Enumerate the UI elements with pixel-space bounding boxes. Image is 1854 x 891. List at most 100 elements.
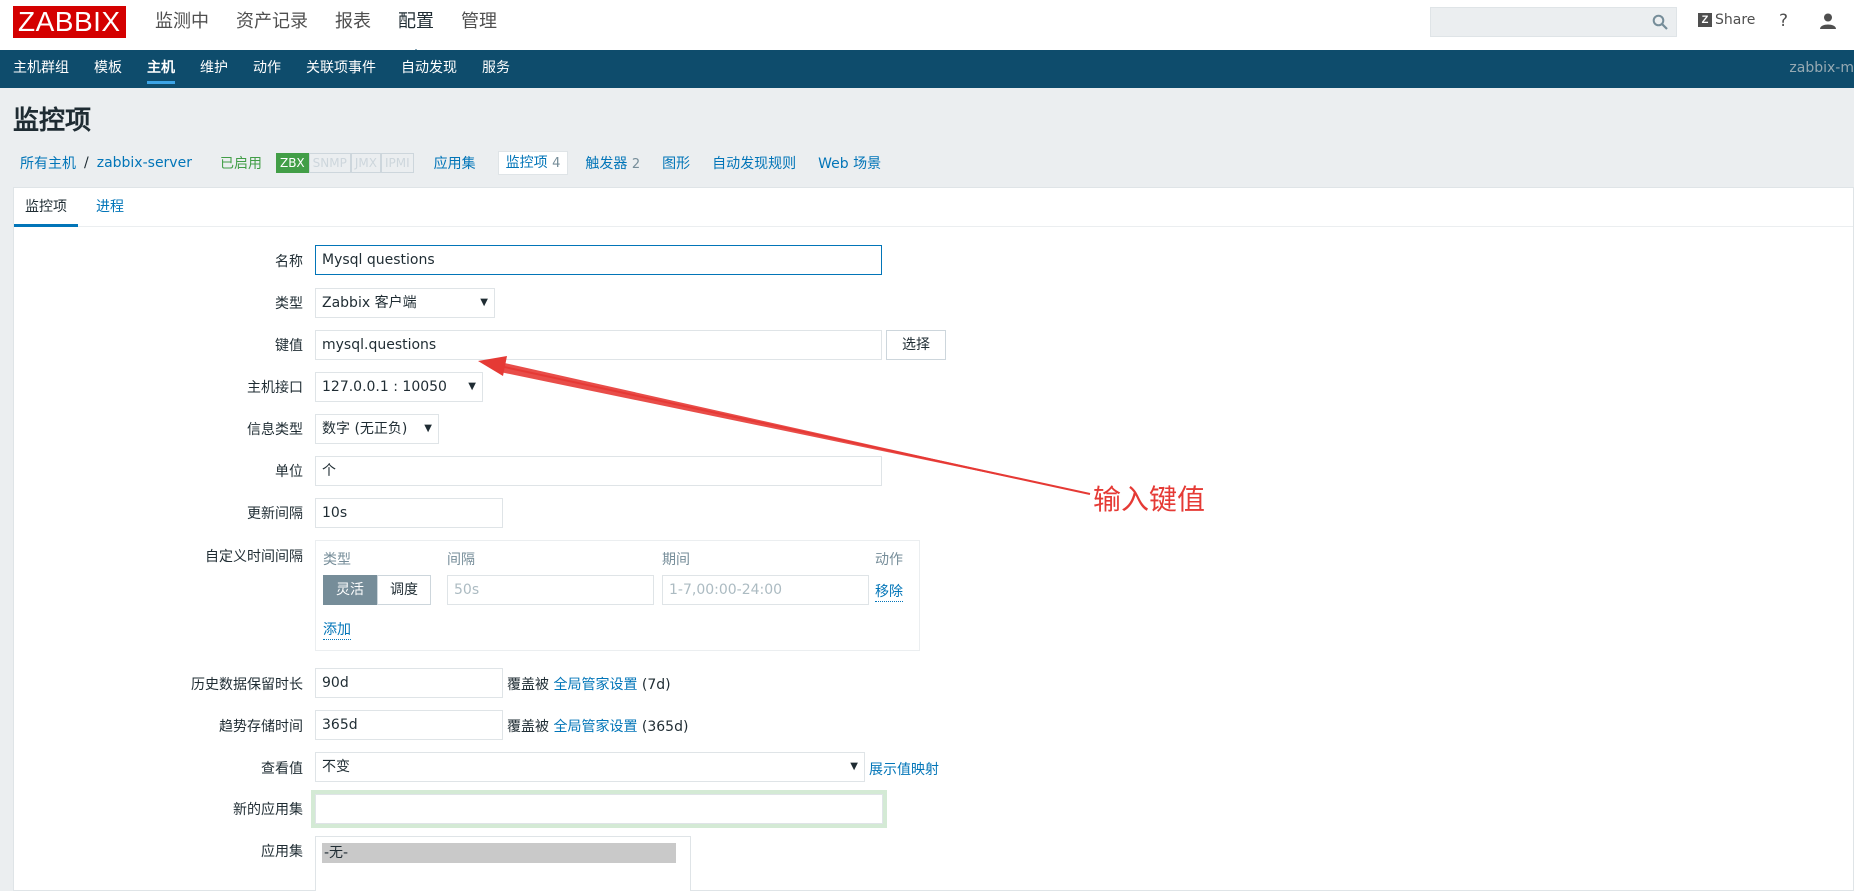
type-value: Zabbix 客户端 (322, 295, 417, 311)
interface-select[interactable]: 127.0.0.1 : 10050 ▼ (315, 372, 483, 402)
server-name: zabbix-m (1789, 60, 1854, 76)
host-status[interactable]: 已启用 (220, 153, 262, 173)
history-input[interactable]: 90d (315, 668, 503, 698)
applications-label: 应用集 (261, 844, 303, 860)
update-interval-input[interactable]: 10s (315, 498, 503, 528)
flexible-option[interactable]: 灵活 (323, 575, 377, 605)
interface-label: 主机接口 (247, 380, 303, 396)
host-nav-web-scenarios[interactable]: Web 场景 (818, 153, 881, 173)
history-override-value: (7d) (641, 677, 671, 693)
host-navigation: 所有主机 / zabbix-server 已启用 ZBX SNMP JMX IP… (20, 151, 903, 175)
availability-badges: ZBX SNMP JMX IPMI (275, 153, 414, 173)
history-global-settings-link[interactable]: 全局管家设置 (553, 677, 637, 693)
interval-type-toggle: 灵活 调度 (323, 575, 431, 605)
name-input[interactable]: Mysql questions (315, 245, 882, 275)
chevron-down-icon: ▼ (468, 381, 476, 392)
select-key-button[interactable]: 选择 (886, 330, 946, 360)
host-nav-applications[interactable]: 应用集 (434, 153, 476, 173)
user-profile-icon[interactable] (1819, 12, 1837, 30)
subnav-actions[interactable]: 动作 (253, 50, 281, 88)
badge-snmp: SNMP (308, 153, 351, 173)
interface-value: 127.0.0.1 : 10050 (322, 379, 447, 395)
search-input[interactable] (1430, 7, 1677, 37)
subnav-correlation[interactable]: 关联项事件 (306, 50, 376, 88)
share-label: Share (1715, 12, 1756, 28)
trends-input[interactable]: 365d (315, 710, 503, 740)
form-tabs: 监控项 进程 (14, 188, 1853, 227)
search-icon[interactable] (1652, 14, 1668, 30)
show-value-label: 查看值 (261, 761, 303, 777)
remove-interval-link[interactable]: 移除 (875, 581, 903, 602)
host-nav-items[interactable]: 监控项 4 (497, 151, 569, 175)
host-nav-graphs[interactable]: 图形 (662, 153, 690, 173)
trends-override-value: (365d) (641, 719, 689, 735)
trends-global-settings-link[interactable]: 全局管家设置 (553, 719, 637, 735)
tab-preprocessing[interactable]: 进程 (96, 188, 124, 227)
info-type-select[interactable]: 数字 (无正负) ▼ (315, 414, 439, 444)
interval-label: 更新间隔 (247, 506, 303, 522)
menu-monitoring[interactable]: 监测中 (155, 0, 209, 50)
application-option-none[interactable]: -无- (322, 843, 676, 863)
applications-listbox[interactable]: -无- (315, 836, 691, 891)
badge-zbx: ZBX (275, 153, 309, 173)
zabbix-logo[interactable]: ZABBIX (13, 6, 126, 38)
key-label: 键值 (275, 338, 303, 354)
custom-interval-placeholder: 50s (454, 582, 480, 598)
host-nav-triggers[interactable]: 触发器 2 (585, 153, 640, 173)
badge-ipmi: IPMI (380, 153, 414, 173)
add-interval-link[interactable]: 添加 (323, 619, 351, 640)
subnav-discovery[interactable]: 自动发现 (401, 50, 457, 88)
menu-configuration[interactable]: 配置 (398, 0, 434, 56)
trends-override-prefix: 覆盖被 (507, 719, 549, 735)
custom-intervals-table: 类型 间隔 期间 动作 灵活 调度 50s 1-7,00:00-24:00 移除… (315, 540, 920, 651)
chevron-down-icon: ▼ (424, 423, 432, 434)
subnav-templates[interactable]: 模板 (94, 50, 122, 88)
breadcrumb-separator: / (84, 155, 89, 171)
menu-administration[interactable]: 管理 (461, 0, 497, 50)
menu-reports[interactable]: 报表 (335, 0, 371, 50)
custom-header-interval: 间隔 (447, 552, 475, 568)
menu-inventory[interactable]: 资产记录 (236, 0, 308, 50)
info-type-label: 信息类型 (247, 422, 303, 438)
sub-navigation: 主机群组 模板 主机 维护 动作 关联项事件 自动发现 服务 zabbix-m (0, 50, 1854, 88)
subnav-maintenance[interactable]: 维护 (200, 50, 228, 88)
units-label: 单位 (275, 464, 303, 480)
chevron-down-icon: ▼ (480, 297, 488, 308)
breadcrumb-all-hosts[interactable]: 所有主机 (20, 153, 76, 173)
key-input[interactable]: mysql.questions (315, 330, 882, 360)
name-label: 名称 (275, 254, 303, 270)
custom-header-type: 类型 (323, 552, 351, 568)
subnav-hosts[interactable]: 主机 (147, 50, 175, 88)
show-value-value: 不变 (322, 759, 350, 775)
subnav-host-groups[interactable]: 主机群组 (13, 50, 69, 88)
tab-item[interactable]: 监控项 (14, 188, 78, 227)
type-select[interactable]: Zabbix 客户端 ▼ (315, 288, 495, 318)
new-application-label: 新的应用集 (233, 802, 303, 818)
new-application-input[interactable] (315, 794, 883, 824)
history-override: 覆盖被 全局管家设置 (7d) (507, 674, 671, 694)
chevron-down-icon: ▼ (850, 761, 858, 772)
badge-jmx: JMX (350, 153, 381, 173)
history-override-prefix: 覆盖被 (507, 677, 549, 693)
host-nav-discovery-rules[interactable]: 自动发现规则 (712, 153, 796, 173)
custom-period-input[interactable]: 1-7,00:00-24:00 (662, 575, 869, 605)
host-nav-items-label: 监控项 (505, 155, 548, 171)
custom-intervals-label: 自定义时间间隔 (205, 549, 303, 565)
share-link[interactable]: Z Share (1698, 12, 1755, 28)
breadcrumb-host[interactable]: zabbix-server (97, 155, 192, 171)
info-type-value: 数字 (无正负) (322, 421, 408, 437)
triggers-count: 2 (631, 157, 641, 172)
units-input[interactable]: 个 (315, 456, 882, 486)
main-menu: 监测中 资产记录 报表 配置 管理 (155, 0, 524, 56)
show-value-mappings-link[interactable]: 展示值映射 (869, 759, 939, 779)
help-icon[interactable]: ? (1779, 11, 1788, 31)
custom-header-period: 期间 (662, 552, 690, 568)
custom-header-action: 动作 (875, 552, 903, 568)
custom-period-placeholder: 1-7,00:00-24:00 (669, 582, 783, 598)
annotation-text: 输入键值 (1093, 483, 1206, 516)
custom-interval-input[interactable]: 50s (447, 575, 654, 605)
share-icon: Z (1698, 13, 1712, 27)
subnav-services[interactable]: 服务 (482, 50, 510, 88)
show-value-select[interactable]: 不变 ▼ (315, 752, 865, 782)
scheduling-option[interactable]: 调度 (377, 575, 431, 605)
